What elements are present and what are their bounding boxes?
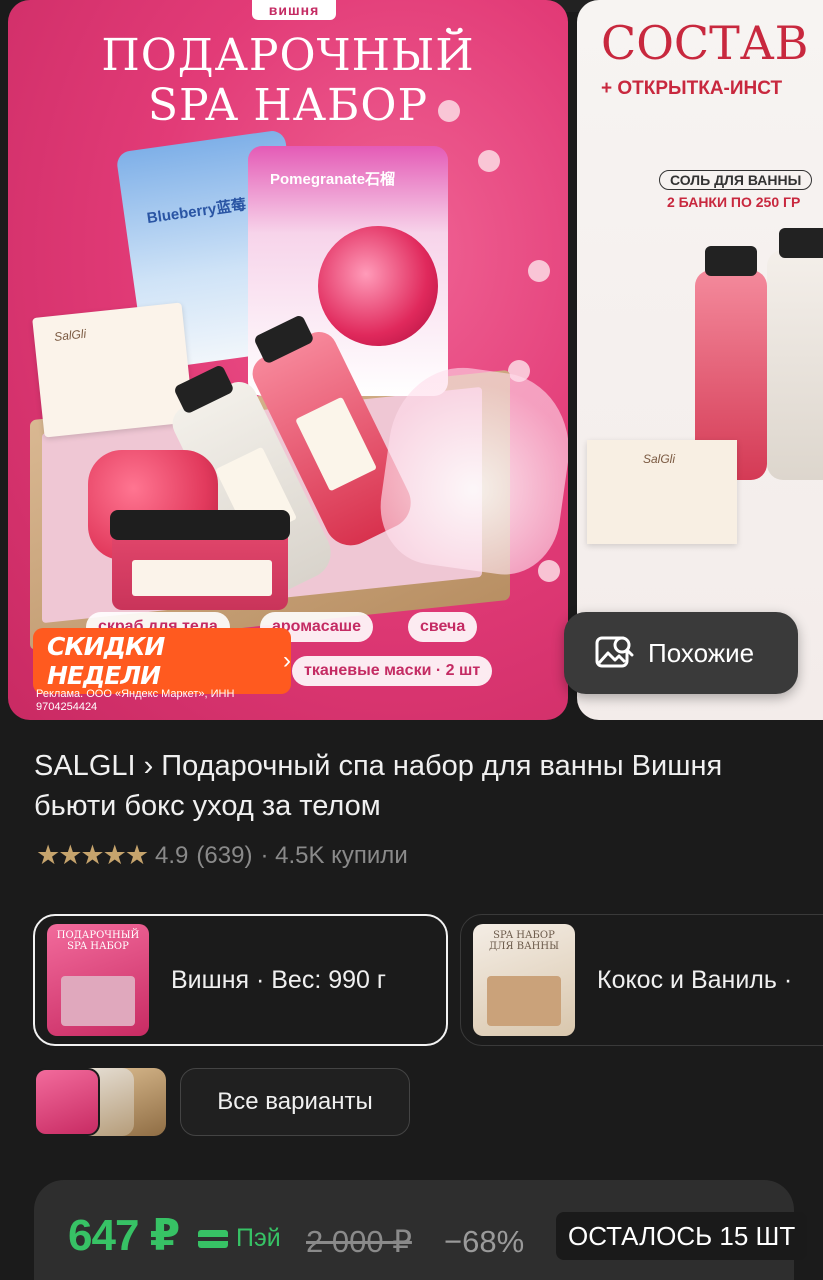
rating-row[interactable]: ★★★★★ 4.9 (639) · 4.5K купили	[36, 840, 408, 871]
bottle-label	[295, 396, 377, 492]
similar-button-label: Похожие	[648, 637, 755, 668]
petal-decoration	[538, 560, 560, 582]
thumbnail-text: SPA НАБОР ДЛЯ ВАННЫ	[489, 930, 559, 952]
greeting-card-image: SalGli	[587, 440, 737, 544]
pay-label: Пэй	[236, 1224, 281, 1252]
thumbnail-box	[487, 976, 561, 1026]
gallery-slide-main[interactable]: вишня ПОДАРОЧНЫЙ SPA НАБОР Blueberry蓝莓 P…	[8, 0, 568, 720]
variant-tag: вишня	[252, 0, 336, 20]
product-name: Подарочный спа набор для ванны Вишня бью…	[34, 750, 723, 822]
variant-thumbnail: SPA НАБОР ДЛЯ ВАННЫ	[473, 924, 575, 1036]
promo-label: СКИДКИ НЕДЕЛИ	[47, 632, 165, 690]
greeting-card-image: SalGli	[32, 302, 194, 438]
petal-decoration	[478, 150, 500, 172]
product-gallery[interactable]: вишня ПОДАРОЧНЫЙ SPA НАБОР Blueberry蓝莓 P…	[0, 0, 823, 722]
variant-thumbnails-stack[interactable]	[34, 1068, 168, 1136]
card-brand: SalGli	[643, 452, 676, 466]
feature-chip: тканевые маски · 2 шт	[292, 656, 493, 686]
variant-label: Кокос и Ваниль ·	[597, 965, 793, 994]
old-price: 2 000 ₽	[306, 1224, 412, 1259]
pay-badge[interactable]: Пэй	[198, 1224, 281, 1253]
image-search-icon	[595, 636, 634, 668]
jar-lid	[110, 510, 290, 540]
variant-option-coconut[interactable]: SPA НАБОР ДЛЯ ВАННЫ Кокос и Ваниль ·	[460, 914, 823, 1046]
side-slide-pill: СОЛЬ ДЛЯ ВАННЫ	[659, 170, 813, 190]
bought-count: · 4.5K купили	[260, 841, 408, 869]
mask-label: Pomegranate石榴	[270, 171, 396, 188]
variant-mini-thumb	[34, 1068, 100, 1136]
feature-chip: свеча	[408, 612, 478, 642]
petal-decoration	[528, 260, 550, 282]
card-icon	[198, 1229, 228, 1248]
jar-label	[132, 560, 272, 596]
side-slide-subtitle: + ОТКРЫТКА-ИНСТ	[601, 78, 783, 99]
all-variants-button[interactable]: Все варианты	[180, 1068, 410, 1136]
variant-label: Вишня · Вес: 990 г	[171, 965, 387, 994]
chevron-right-icon: ›	[283, 647, 291, 674]
pomegranate-image	[318, 226, 438, 346]
side-slide-pill-sub: 2 БАНКИ ПО 250 ГР	[667, 194, 801, 210]
variant-thumbnail: ПОДАРОЧНЫЙ SPA НАБОР	[47, 924, 149, 1036]
card-brand: SalGli	[53, 326, 87, 344]
thumbnail-box	[61, 976, 135, 1026]
rating-value: 4.9	[155, 841, 189, 869]
bottle-cap	[779, 228, 823, 258]
side-slide-title: СОСТАВ Н	[601, 16, 823, 70]
mask-label: Blueberry蓝莓	[145, 196, 248, 228]
product-title: SALGLI › Подарочный спа набор для ванны Ви…	[34, 746, 804, 826]
variant-option-cherry[interactable]: ПОДАРОЧНЫЙ SPA НАБОР Вишня · Вес: 990 г	[33, 914, 448, 1046]
similar-button[interactable]: Похожие	[564, 612, 798, 694]
bottle-cap	[705, 246, 757, 276]
stock-badge: ОСТАЛОСЬ 15 ШТ	[556, 1212, 808, 1260]
chevron-right-icon: ›	[143, 750, 154, 782]
price-panel: 647 ₽ Пэй 2 000 ₽ −68% ОСТАЛОСЬ 15 ШТ	[34, 1180, 808, 1280]
current-price: 647 ₽	[68, 1211, 180, 1260]
brand-link[interactable]: SALGLI	[34, 750, 136, 782]
salt-bottle-white-image	[767, 228, 823, 480]
discount-percent: −68%	[444, 1224, 525, 1259]
star-rating-icon: ★★★★★	[36, 840, 149, 870]
reviews-count: (639)	[196, 841, 253, 869]
slide-title-line2: SPA НАБОР	[147, 80, 429, 131]
weekly-discounts-badge[interactable]: СКИДКИ НЕДЕЛИ ›	[33, 628, 291, 694]
ad-disclaimer: Реклама. ООО «Яндекс Маркет», ИНН 970425…	[36, 688, 235, 713]
slide-title-line1: ПОДАРОЧНЫЙ	[101, 30, 475, 81]
scrub-jar-image	[110, 510, 290, 610]
thumbnail-text: ПОДАРОЧНЫЙ SPA НАБОР	[56, 930, 140, 952]
